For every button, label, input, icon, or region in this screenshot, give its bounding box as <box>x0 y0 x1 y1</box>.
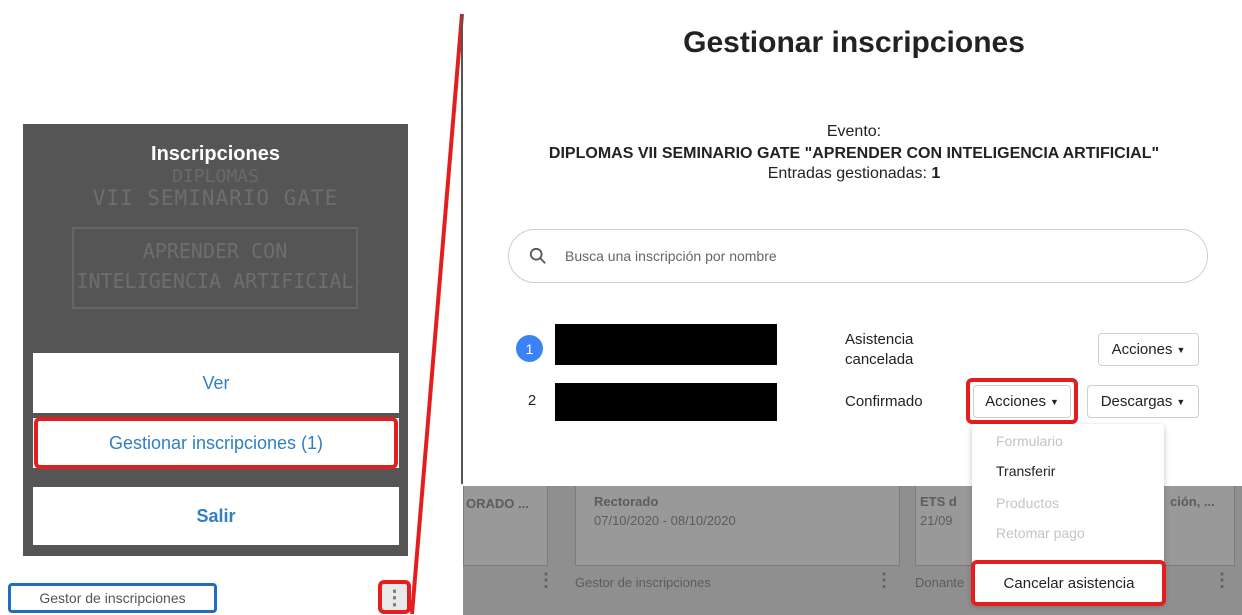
redacted-name <box>555 383 777 421</box>
salir-button[interactable]: Salir <box>33 487 399 545</box>
bg-card-2-title: Rectorado <box>594 494 659 509</box>
bg-card-3-title: ETS d <box>920 494 957 509</box>
acciones-label: Acciones <box>985 393 1046 410</box>
menu-item-formulario[interactable]: Formulario <box>972 426 1164 456</box>
gestor-inscripciones-link[interactable]: Gestor de inscripciones <box>8 583 217 613</box>
descargas-label: Descargas <box>1100 393 1173 410</box>
entradas-value: 1 <box>931 165 941 182</box>
bg-card-2: Rectorado 07/10/2020 - 08/10/2020 <box>575 486 900 566</box>
menu-item-retomar-pago[interactable]: Retomar pago <box>972 518 1164 548</box>
redacted-name <box>555 324 777 365</box>
card-title: Inscripciones <box>151 143 280 165</box>
bg-card-3-tail: ción, ... <box>1170 494 1215 509</box>
caret-down-icon: ▼ <box>1176 344 1186 355</box>
bg-donante-text: Donante <box>915 575 965 590</box>
acciones-label: Acciones <box>1111 341 1173 358</box>
search-icon <box>529 247 546 264</box>
row-index-badge: 1 <box>516 335 543 362</box>
caret-down-icon: ▼ <box>1049 396 1059 407</box>
bg-card-1: ORADO ... <box>463 486 548 566</box>
acciones-dropdown-button[interactable]: Acciones ▼ <box>973 385 1071 418</box>
search-placeholder: Busca una inscripción por nombre <box>565 248 777 264</box>
entradas-gestionadas: Entradas gestionadas: 1 <box>466 165 1242 183</box>
acciones-dropdown-button[interactable]: Acciones ▼ <box>1098 333 1199 366</box>
card-bg-diplomas: DIPLOMAS <box>172 166 259 187</box>
search-input[interactable]: Busca una inscripción por nombre <box>508 229 1208 283</box>
descargas-dropdown-button[interactable]: Descargas ▼ <box>1087 385 1199 418</box>
ver-button[interactable]: Ver <box>33 353 399 413</box>
row-index: 2 <box>527 392 537 409</box>
bg-card-3-date: 21/09 <box>920 513 953 528</box>
evento-name: DIPLOMAS VII SEMINARIO GATE "APRENDER CO… <box>548 145 1160 162</box>
evento-label: Evento: <box>826 123 882 140</box>
card-bg-box-line1: APRENDER CON <box>142 239 288 263</box>
row-status: Confirmado <box>845 393 923 410</box>
menu-item-productos[interactable]: Productos <box>972 488 1164 518</box>
bg-kebab-icon: ⋮ <box>537 570 555 590</box>
row-status-line2: cancelada <box>845 351 914 368</box>
card-bg-seminario: VII SEMINARIO GATE <box>92 186 339 210</box>
entradas-label: Entradas gestionadas: <box>767 165 927 182</box>
card-bg-box-line2: INTELIGENCIA ARTIFICIAL <box>76 269 354 293</box>
bg-kebab-icon: ⋮ <box>875 570 893 590</box>
bg-card-1-text: ORADO ... <box>466 496 529 511</box>
bg-kebab-icon: ⋮ <box>1213 570 1231 590</box>
more-options-icon[interactable]: ⋮ <box>378 580 411 614</box>
bg-card-2-dates: 07/10/2020 - 08/10/2020 <box>594 513 736 528</box>
highlight-gestionar <box>34 417 398 469</box>
card-bg-box-text: APRENDER CON INTELIGENCIA ARTIFICIAL <box>72 236 358 296</box>
row-status-line1: Asistencia <box>845 331 914 348</box>
bg-gestor-text: Gestor de inscripciones <box>575 575 711 590</box>
modal-title: Gestionar inscripciones <box>683 26 1025 59</box>
row-status: Asistencia cancelada <box>845 330 965 370</box>
menu-item-cancelar-asistencia[interactable]: Cancelar asistencia <box>976 568 1162 598</box>
caret-down-icon: ▼ <box>1176 396 1186 407</box>
menu-item-transferir[interactable]: Transferir <box>972 456 1164 486</box>
